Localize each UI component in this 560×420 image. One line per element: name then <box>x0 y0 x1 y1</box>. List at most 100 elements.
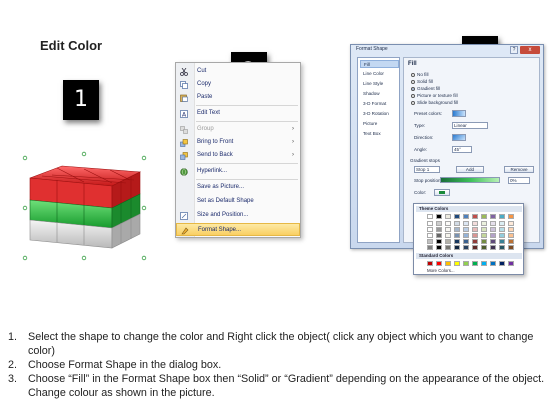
standard-color-swatch[interactable] <box>508 261 514 266</box>
theme-color-swatch[interactable] <box>499 221 505 226</box>
theme-color-swatch[interactable] <box>445 214 451 219</box>
remove-stop-button[interactable]: Remove <box>504 166 534 173</box>
theme-color-swatch[interactable] <box>499 233 505 238</box>
theme-color-swatch[interactable] <box>472 233 478 238</box>
theme-color-swatch[interactable] <box>427 233 433 238</box>
standard-color-swatch[interactable] <box>463 261 469 266</box>
more-colors-link[interactable]: More Colors... <box>427 268 455 273</box>
theme-color-swatch[interactable] <box>481 221 487 226</box>
theme-color-swatch[interactable] <box>427 214 433 219</box>
theme-color-swatch[interactable] <box>436 214 442 219</box>
category-fill[interactable]: Fill <box>360 60 399 68</box>
theme-color-swatch[interactable] <box>436 233 442 238</box>
theme-color-swatch[interactable] <box>490 245 496 250</box>
radio-gradient-fill[interactable]: Gradient fill <box>411 86 440 92</box>
menu-item-group[interactable]: Group › <box>176 123 300 136</box>
theme-color-swatch[interactable] <box>454 239 460 244</box>
menu-item-format-shape[interactable]: Format Shape... <box>176 223 300 236</box>
theme-color-swatch[interactable] <box>463 214 469 219</box>
radio-solid-fill[interactable]: Solid fill <box>411 79 433 85</box>
theme-color-swatch[interactable] <box>499 214 505 219</box>
theme-color-swatch[interactable] <box>490 221 496 226</box>
standard-color-swatch[interactable] <box>472 261 478 266</box>
radio-slide-background-fill[interactable]: Slide background fill <box>411 100 458 106</box>
theme-color-swatch[interactable] <box>472 239 478 244</box>
close-button[interactable]: x <box>520 46 540 54</box>
theme-color-swatch[interactable] <box>481 233 487 238</box>
category-line-color[interactable]: Line Color <box>360 70 399 78</box>
theme-color-swatch[interactable] <box>436 245 442 250</box>
category-line-style[interactable]: Line Style <box>360 80 399 88</box>
theme-color-swatch[interactable] <box>508 239 514 244</box>
theme-color-swatch[interactable] <box>481 214 487 219</box>
menu-item-hyperlink[interactable]: Hyperlink... <box>176 165 300 178</box>
theme-color-swatch[interactable] <box>463 233 469 238</box>
theme-color-swatch[interactable] <box>499 245 505 250</box>
theme-color-swatch[interactable] <box>463 221 469 226</box>
menu-item-size-and-position[interactable]: Size and Position... <box>176 209 300 222</box>
radio-picture-fill[interactable]: Picture or texture fill <box>411 93 458 99</box>
category-picture[interactable]: Picture <box>360 120 399 128</box>
standard-color-swatch[interactable] <box>499 261 505 266</box>
theme-color-swatch[interactable] <box>490 214 496 219</box>
theme-color-swatch[interactable] <box>445 233 451 238</box>
theme-color-swatch[interactable] <box>508 245 514 250</box>
type-select[interactable]: Linear <box>452 122 488 129</box>
radio-no-fill[interactable]: No fill <box>411 72 429 78</box>
angle-input[interactable]: 45° <box>452 146 472 153</box>
theme-color-swatch[interactable] <box>499 239 505 244</box>
menu-item-bring-to-front[interactable]: Bring to Front › <box>176 136 300 149</box>
theme-color-swatch[interactable] <box>472 227 478 232</box>
menu-item-edit-text[interactable]: A Edit Text <box>176 107 300 120</box>
theme-color-swatch[interactable] <box>463 239 469 244</box>
theme-color-swatch[interactable] <box>508 227 514 232</box>
menu-item-save-as-picture[interactable]: Save as Picture... <box>176 181 300 194</box>
theme-color-swatch[interactable] <box>445 239 451 244</box>
menu-item-set-default-shape[interactable]: Set as Default Shape <box>176 195 300 208</box>
theme-color-swatch[interactable] <box>436 221 442 226</box>
preset-colors-dropdown[interactable] <box>452 110 466 117</box>
category-shadow[interactable]: Shadow <box>360 90 399 98</box>
direction-dropdown[interactable] <box>452 134 466 141</box>
theme-color-swatch[interactable] <box>490 239 496 244</box>
category-3d-rotation[interactable]: 3-D Rotation <box>360 110 399 118</box>
standard-color-swatch[interactable] <box>481 261 487 266</box>
help-button[interactable]: ? <box>510 46 518 54</box>
theme-color-swatch[interactable] <box>445 221 451 226</box>
menu-item-cut[interactable]: Cut <box>176 65 300 78</box>
category-text-box[interactable]: Text Box <box>360 130 399 138</box>
standard-color-swatch[interactable] <box>427 261 433 266</box>
theme-color-swatch[interactable] <box>454 214 460 219</box>
theme-color-swatch[interactable] <box>427 227 433 232</box>
theme-color-swatch[interactable] <box>481 239 487 244</box>
theme-color-swatch[interactable] <box>472 245 478 250</box>
standard-color-swatch[interactable] <box>490 261 496 266</box>
theme-color-swatch[interactable] <box>427 239 433 244</box>
theme-color-swatch[interactable] <box>436 227 442 232</box>
theme-color-swatch[interactable] <box>508 233 514 238</box>
color-picker-button[interactable] <box>434 189 450 196</box>
standard-color-swatch[interactable] <box>436 261 442 266</box>
theme-color-swatch[interactable] <box>508 221 514 226</box>
theme-color-swatch[interactable] <box>481 227 487 232</box>
stop-position-input[interactable]: 0% <box>508 177 530 184</box>
menu-item-copy[interactable]: Copy <box>176 78 300 91</box>
theme-color-swatch[interactable] <box>508 214 514 219</box>
gradient-stop-select[interactable]: Stop 1 <box>414 166 440 173</box>
standard-color-swatch[interactable] <box>454 261 460 266</box>
theme-color-swatch[interactable] <box>481 245 487 250</box>
theme-color-swatch[interactable] <box>472 221 478 226</box>
theme-color-swatch[interactable] <box>454 227 460 232</box>
theme-color-swatch[interactable] <box>463 245 469 250</box>
theme-color-swatch[interactable] <box>454 233 460 238</box>
category-3d-format[interactable]: 3-D Format <box>360 100 399 108</box>
selected-cube-shape[interactable] <box>22 150 152 262</box>
theme-color-swatch[interactable] <box>499 227 505 232</box>
theme-color-swatch[interactable] <box>427 245 433 250</box>
theme-color-swatch[interactable] <box>454 221 460 226</box>
theme-color-swatch[interactable] <box>445 227 451 232</box>
theme-color-swatch[interactable] <box>490 233 496 238</box>
theme-color-swatch[interactable] <box>472 214 478 219</box>
theme-color-swatch[interactable] <box>436 239 442 244</box>
menu-item-paste[interactable]: Paste <box>176 91 300 104</box>
